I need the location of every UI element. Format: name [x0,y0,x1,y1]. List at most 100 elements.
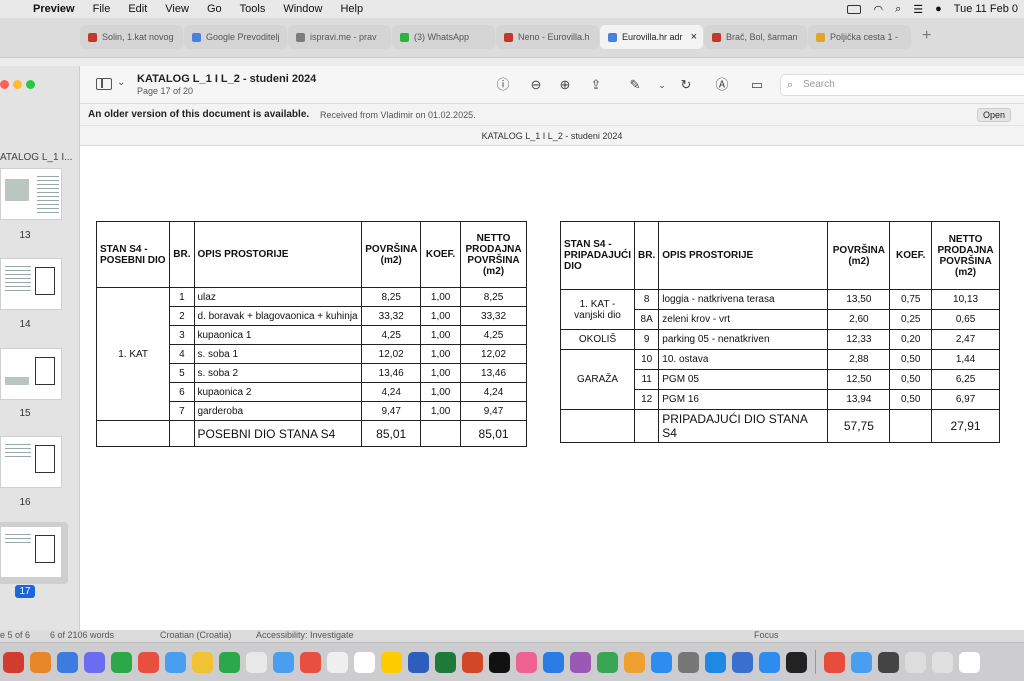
cell-br: 8 [634,289,660,310]
dock-app-icon[interactable] [273,651,294,673]
siri-icon[interactable]: ● [935,3,942,15]
dock-app-icon[interactable] [543,651,564,673]
browser-tab[interactable]: ispravi.me - prav [288,25,391,49]
dock-app-icon[interactable] [705,651,726,673]
form-fill-icon[interactable]: ▭ [748,76,766,94]
close-tab-icon[interactable]: × [691,31,697,43]
markup-pen-icon[interactable]: ✎ [626,76,644,94]
dock-app-icon[interactable] [246,651,267,673]
markup-chevron-icon[interactable]: ⌄ [653,76,671,94]
dock-app-icon[interactable] [300,651,321,673]
dock-app-icon[interactable] [824,651,845,673]
rotate-icon[interactable]: ↻ [677,76,695,94]
dock-app-icon[interactable] [851,651,872,673]
group-label: 1. KAT - vanjski dio [559,289,636,330]
tab-favicon-icon [88,32,97,42]
dock-app-icon[interactable] [84,651,105,673]
dock-app-icon[interactable] [732,651,753,673]
background-status-bar: e 5 of 6 6 of 2106 words Croatian (Croat… [0,630,1024,642]
header-br: BR. [634,221,660,290]
dock-app-icon[interactable] [759,651,780,673]
dock-app-icon[interactable] [57,651,78,673]
dock-app-icon[interactable] [30,651,51,673]
dock-app-icon[interactable] [327,651,348,673]
browser-tab[interactable]: (3) WhatsApp [392,25,495,49]
menu-edit[interactable]: Edit [119,3,156,15]
page-thumbnail-16[interactable] [0,436,62,488]
cell-opis: parking 05 - nenatkriven [658,329,829,350]
dock-app-icon[interactable] [516,651,537,673]
minimize-window-icon[interactable] [13,80,22,89]
dock-app-icon[interactable] [408,651,429,673]
share-icon[interactable]: ⇪ [587,76,605,94]
browser-tab[interactable]: Neno - Eurovilla.h [496,25,599,49]
dock-app-icon[interactable] [905,651,926,673]
dock-app-icon[interactable] [381,651,402,673]
cell-br: 5 [169,363,195,383]
menu-window[interactable]: Window [274,3,331,15]
dock-app-icon[interactable] [192,651,213,673]
zoom-in-icon[interactable]: ⊕ [556,76,574,94]
zoom-window-icon[interactable] [26,80,35,89]
menu-tools[interactable]: Tools [231,3,275,15]
search-input[interactable]: ⌕ Search [780,74,1024,96]
header-netto: NETTO PRODAJNA POVRŠINA (m2) [460,221,527,288]
page-thumbnail-15[interactable] [0,348,62,400]
page-number-14: 14 [19,319,31,330]
dock-app-icon[interactable] [219,651,240,673]
zoom-out-icon[interactable]: ⊖ [527,76,545,94]
status-language: Croatian (Croatia) [160,630,232,640]
menu-view[interactable]: View [156,3,198,15]
browser-tab[interactable]: Google Prevoditelj [184,25,287,49]
dock-app-icon[interactable] [678,651,699,673]
dock-app-icon[interactable] [354,651,375,673]
close-window-icon[interactable] [0,80,9,89]
dock-app-icon[interactable] [435,651,456,673]
page-thumbnail-13[interactable] [0,168,62,220]
new-tab-icon[interactable]: + [922,27,931,49]
menu-go[interactable]: Go [198,3,231,15]
document-title: KATALOG L_1 I L_2 - studeni 2024 [137,73,317,85]
browser-tab[interactable]: Eurovilla.hr adr × [600,25,703,49]
dock-app-icon[interactable] [138,651,159,673]
dock-app-icon[interactable] [489,651,510,673]
table-row: GARAŽA 10 10. ostava 2,88 0,50 1,44 [559,349,1000,410]
sidebar-toggle-icon[interactable] [96,78,112,90]
open-button[interactable]: Open [977,108,1011,122]
dock-app-icon[interactable] [959,651,980,673]
dock-app-icon[interactable] [932,651,953,673]
wifi-icon[interactable]: ◠ [873,3,883,16]
menu-help[interactable]: Help [331,3,372,15]
dock-app-icon[interactable] [878,651,899,673]
browser-tab[interactable]: Poljička cesta 1 - [808,25,911,49]
dock-app-icon[interactable] [786,651,807,673]
annotate-icon[interactable]: Ⓐ [713,76,731,94]
menu-app-name[interactable]: Preview [24,3,84,15]
dock-app-icon[interactable] [111,651,132,673]
total-povrsina: 57,75 [827,409,891,443]
dock-app-icon[interactable] [3,651,24,673]
cell-br: 3 [169,325,195,345]
dock-app-icon[interactable] [651,651,672,673]
cell-br: 1 [169,287,195,307]
dock-app-icon[interactable] [570,651,591,673]
browser-tab[interactable]: Solin, 1.kat novog [80,25,183,49]
spotlight-icon[interactable]: ⌕ [895,3,901,16]
dock-app-icon[interactable] [165,651,186,673]
cell-opis: s. soba 2 [193,363,363,383]
page-thumbnail-14[interactable] [0,258,62,310]
control-center-icon[interactable]: ☰ [913,3,923,16]
menu-file[interactable]: File [84,3,120,15]
chevron-down-icon[interactable]: ⌄ [117,77,125,88]
page-thumbnail-17[interactable] [0,526,62,578]
menu-clock[interactable]: Tue 11 Feb 0 [954,3,1018,15]
dock-app-icon[interactable] [624,651,645,673]
cell-opis: kupaonica 2 [193,382,363,402]
tab-favicon-icon [816,32,825,42]
battery-icon[interactable] [847,4,862,14]
dock-app-icon[interactable] [597,651,618,673]
browser-tab[interactable]: Brač, Bol, šarman [704,25,807,49]
info-icon[interactable]: ⓘ [494,76,512,94]
cell-netto: 1,44 [931,349,1000,370]
dock-app-icon[interactable] [462,651,483,673]
